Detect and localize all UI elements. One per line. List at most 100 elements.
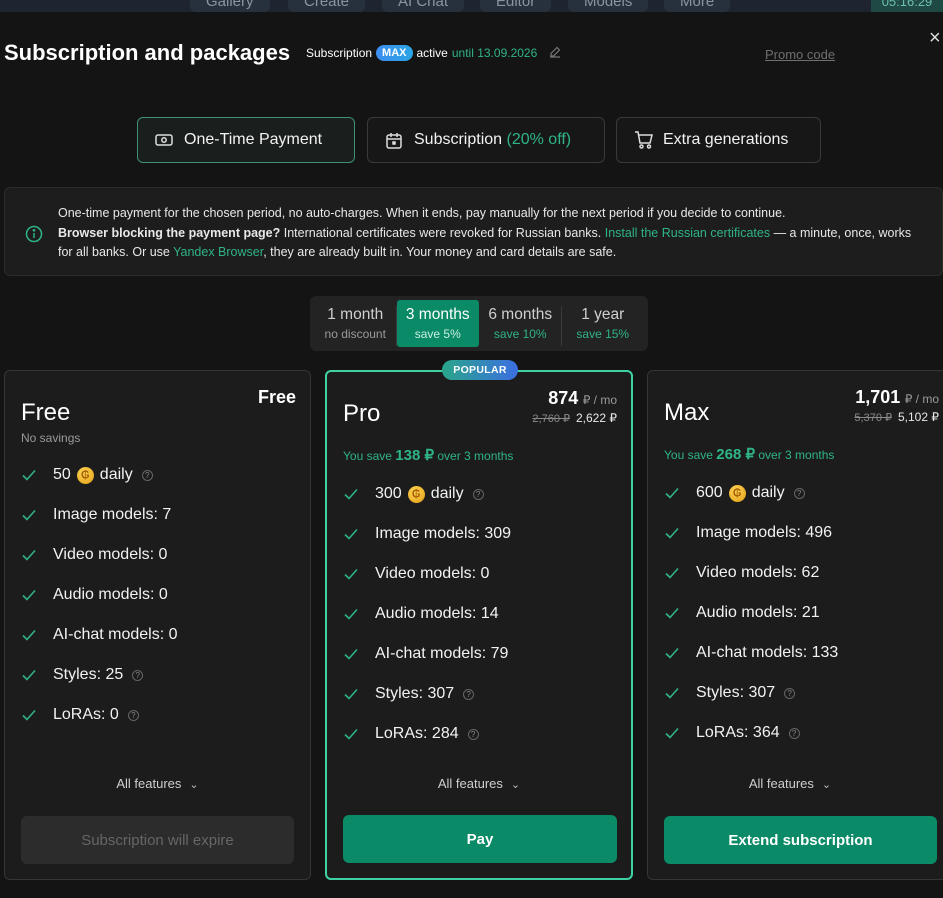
tab-subscription[interactable]: Subscription (20% off) [367,117,605,163]
all-features-toggle[interactable]: All features ⌄ [5,776,310,791]
tab-one-time-payment[interactable]: One-Time Payment [137,117,355,163]
until-date: until 13.09.2026 [451,46,538,60]
help-icon[interactable]: ? [132,669,144,681]
check-icon [664,565,680,581]
feature-item: LoRAs: 0? [21,695,178,735]
plan-price: 874 [548,388,579,408]
chevron-down-icon: ⌄ [510,779,521,791]
help-icon[interactable]: ? [141,469,153,481]
feature-daily-credits: 50 ₲ daily? [21,455,178,495]
yandex-browser-link[interactable]: Yandex Browser [173,245,263,259]
plan-card-pro: POPULAR Pro 874 ₽ / mo 2,760 ₽ 2,622 ₽ Yo… [325,360,633,880]
check-icon [343,686,359,702]
period-name: 3 months [405,306,470,323]
check-icon [664,685,680,701]
old-total: 2,760 ₽ [532,413,570,425]
nav-tab-ai-chat[interactable]: AI Chat [382,0,465,12]
feature-list: 300 ₲ daily? Image models: 309 Video model… [343,474,511,754]
feature-item: Image models: 309 [343,514,511,554]
period-1-year[interactable]: 1 year save 15% [562,300,645,347]
period-name: 1 year [581,306,625,323]
feature-daily-credits: 600 ₲ daily? [664,473,838,513]
plan-name: Free [21,399,71,426]
edit-icon[interactable] [549,46,561,61]
plan-price: Free [257,387,296,407]
feature-item: Audio models: 14 [343,594,511,634]
plan-name: Pro [343,400,381,427]
check-icon [343,486,359,502]
plan-price: 1,701 [855,387,901,407]
period-discount: no discount [324,327,386,341]
help-icon[interactable]: ? [127,709,139,721]
nav-tab-more[interactable]: More [664,0,731,12]
coin-icon: ₲ [407,485,425,503]
info-text-line1: One-time payment for the chosen period, … [58,206,786,220]
check-icon [21,587,37,603]
check-icon [21,467,37,483]
help-icon[interactable]: ? [472,488,484,500]
check-icon [21,667,37,683]
close-icon[interactable]: × [929,28,943,48]
help-icon[interactable]: ? [784,687,796,699]
subscription-label: Subscription [306,46,373,60]
check-icon [664,525,680,541]
subscription-modal: Subscription and packages Subscription M… [0,12,943,898]
plan-name: Max [664,399,710,426]
info-text-2c: , they are already built in. Your money … [263,245,617,259]
tab-extra-generations[interactable]: Extra generations [616,117,821,163]
feature-item: Image models: 496 [664,513,838,553]
install-certificates-link[interactable]: Install the Russian certificates [605,226,770,240]
help-icon[interactable]: ? [467,728,479,740]
modal-title: Subscription and packages [4,40,291,65]
status-text: active [416,46,448,60]
feature-item: Video models: 62 [664,553,838,593]
check-icon [343,606,359,622]
feature-item: Styles: 307? [343,674,511,714]
feature-item: AI-chat models: 133 [664,633,838,673]
feature-item: AI-chat models: 0 [21,615,178,655]
coin-icon: ₲ [76,466,94,484]
period-discount: save 5% [414,327,461,341]
feature-item: Video models: 0 [343,554,511,594]
feature-item: Image models: 7 [21,495,178,535]
discount-label: (20% off) [506,131,572,148]
period-selector: 1 month no discount 3 months save 5% 6 m… [310,296,648,351]
top-navigation: Gallery Create AI Chat Editor Models Mor… [0,0,943,12]
help-icon[interactable]: ? [788,727,800,739]
check-icon [21,547,37,563]
period-6-months[interactable]: 6 months save 10% [479,300,562,347]
check-icon [664,725,680,741]
help-icon[interactable]: ? [463,688,475,700]
nav-tab-create[interactable]: Create [288,0,366,12]
help-icon[interactable]: ? [793,487,805,499]
plan-card-max: Max 1,701 ₽ / mo 5,370 ₽ 5,102 ₽ You save… [647,370,943,880]
savings-text: You save 268 ₽ over 3 months [664,446,835,463]
feature-list: 50 ₲ daily? Image models: 7 Video models: … [21,455,178,735]
period-3-months[interactable]: 3 months save 5% [396,300,479,347]
info-text-2a: International certificates were revoked … [280,225,605,240]
period-discount: save 10% [493,327,547,341]
nav-tab-gallery[interactable]: Gallery [190,0,270,12]
period-name: 1 month [327,306,384,323]
check-icon [664,645,680,661]
tab-label: Subscription [414,131,503,148]
cash-icon [154,130,174,150]
plan-price-box: 1,701 ₽ / mo 5,370 ₽ 5,102 ₽ [854,387,939,426]
feature-item: AI-chat models: 79 [343,634,511,674]
check-icon [664,485,680,501]
feature-item: Styles: 307? [664,673,838,713]
pay-button[interactable]: Pay [343,815,617,863]
extend-subscription-button[interactable]: Extend subscription [664,816,937,864]
period-1-month[interactable]: 1 month no discount [314,300,397,347]
nav-tab-editor[interactable]: Editor [480,0,552,12]
plan-card-free: Free Free No savings 50 ₲ daily? Image mod… [4,370,311,880]
all-features-toggle[interactable]: All features ⌄ [327,776,631,791]
price-unit: ₽ / mo [904,392,939,406]
all-features-toggle[interactable]: All features ⌄ [648,776,932,791]
nav-tab-models[interactable]: Models [568,0,649,12]
check-icon [343,566,359,582]
check-icon [21,627,37,643]
promo-code-link[interactable]: Promo code [765,47,835,62]
savings-text: You save 138 ₽ over 3 months [343,447,514,464]
check-icon [21,507,37,523]
